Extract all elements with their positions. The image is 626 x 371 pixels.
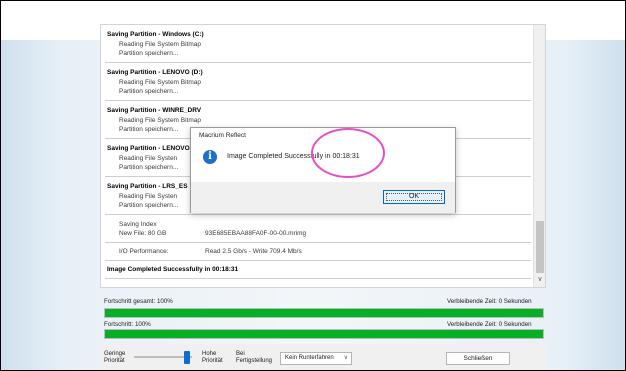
high-priority-line: Priorität (202, 358, 223, 364)
scrollbar-thumb[interactable] (536, 221, 544, 273)
ok-button[interactable]: OK (383, 190, 445, 204)
log-entry-line: Reading File System Bitmap (119, 79, 202, 86)
on-completion-label: Bei Fertigstellung (236, 351, 272, 365)
divider (105, 242, 531, 243)
divider (105, 260, 531, 261)
high-priority-line: Hohe (202, 351, 217, 357)
total-remaining-time: Verbleibende Zeit: 0 Sekunden (447, 298, 532, 305)
close-button[interactable]: Schließen (446, 352, 510, 365)
current-progress-fill (105, 330, 543, 338)
on-completion-line: Bei (236, 351, 245, 357)
total-progress-bar (104, 308, 544, 318)
divider (105, 214, 531, 215)
log-entry-line: Partition speichern... (119, 164, 179, 171)
total-progress-label: Fortschritt gesamt: 100% (104, 298, 173, 305)
scroll-down-arrow-icon[interactable]: ∨ (534, 275, 545, 285)
focus-outline (386, 193, 442, 201)
log-entry-title: Saving Partition - WINRE_DRV (107, 107, 202, 114)
low-priority-line: Priorität (104, 358, 125, 364)
shutdown-select[interactable]: Kein Runterfahren ∨ (280, 352, 352, 365)
highlight-annotation-ring (311, 128, 385, 178)
log-entry-line: Partition speichern... (119, 126, 179, 133)
completion-message: Image Completed Successfully in 00:18:31 (107, 266, 239, 273)
on-completion-line: Fertigstellung (236, 358, 273, 364)
log-entry-line: Reading File System Bitmap (119, 41, 202, 48)
chevron-down-icon: ∨ (343, 355, 348, 361)
new-file-label: New File: 80 GB (119, 230, 167, 237)
current-progress-label: Fortschritt: 100% (104, 321, 151, 328)
io-performance-label: I/O Performance: (119, 248, 169, 255)
divider (105, 62, 531, 63)
priority-slider-thumb[interactable] (184, 351, 190, 364)
total-progress-fill (105, 309, 543, 317)
dialog-footer: OK (191, 182, 455, 213)
saving-index-label: Saving Index (119, 221, 157, 228)
low-priority-label: Geringe Priorität (104, 351, 125, 365)
io-performance-value: Read 2.5 Gb/s - Write 709.4 Mb/s (205, 248, 302, 255)
log-entry-title: Saving Partition - LRS_ES (107, 183, 188, 190)
current-remaining-time: Verbleibende Zeit: 0 Sekunden (447, 321, 532, 328)
log-entry-line: Reading File Systen (119, 193, 178, 200)
divider (105, 278, 531, 279)
log-entry-title: Saving Partition - LENOVO (107, 145, 190, 152)
low-priority-line: Geringe (104, 351, 126, 357)
log-entry-line: Partition speichern... (119, 50, 179, 57)
log-entry-line: Reading File System Bitmap (119, 117, 202, 124)
dialog-title: Macrium Reflect (199, 132, 246, 139)
new-file-value: 93E685EBAA88FA0F-00-00.mrimg (205, 230, 307, 237)
high-priority-label: Hohe Priorität (202, 351, 223, 365)
shutdown-select-value: Kein Runterfahren (285, 355, 334, 361)
divider (105, 100, 531, 101)
bottom-controls: Geringe Priorität Hohe Priorität Bei Fer… (100, 344, 546, 370)
log-entry-title: Saving Partition - LENOVO (D:) (107, 69, 203, 76)
current-progress-bar (104, 329, 544, 339)
log-entry-line: Partition speichern... (119, 88, 179, 95)
log-entry-line: Partition speichern... (119, 202, 179, 209)
log-entry-line: Reading File Systen (119, 155, 178, 162)
log-scrollbar[interactable]: ∨ (533, 25, 545, 287)
info-icon: i (203, 150, 217, 164)
log-entry-title: Saving Partition - Windows (C:) (107, 31, 204, 38)
